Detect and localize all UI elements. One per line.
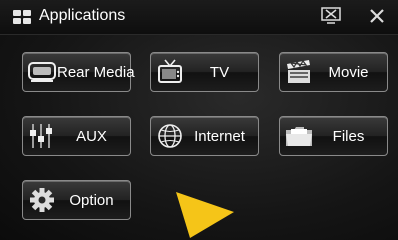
display-close-button[interactable] xyxy=(318,6,344,26)
files-label: Files xyxy=(332,127,365,145)
files-button[interactable]: Files xyxy=(279,116,388,156)
rear-media-icon xyxy=(27,58,57,86)
files-icon xyxy=(284,122,314,150)
aux-button[interactable]: AUX xyxy=(22,116,131,156)
grid-icon xyxy=(13,10,31,24)
rear-media-label: Rear Media xyxy=(57,63,135,81)
internet-button[interactable]: Internet xyxy=(150,116,259,156)
option-gear-icon xyxy=(27,186,57,214)
page-title: Applications xyxy=(39,7,126,24)
close-button[interactable] xyxy=(364,6,390,26)
tv-button[interactable]: TV xyxy=(150,52,259,92)
aux-icon xyxy=(27,122,57,150)
internet-icon xyxy=(155,122,185,150)
rear-media-button[interactable]: Rear Media xyxy=(22,52,135,92)
movie-icon xyxy=(284,58,314,86)
display-close-icon xyxy=(321,7,341,24)
close-icon xyxy=(370,9,384,23)
movie-label: Movie xyxy=(328,63,369,81)
movie-button[interactable]: Movie xyxy=(279,52,388,92)
tv-label: TV xyxy=(209,63,230,81)
aux-label: AUX xyxy=(76,127,107,145)
option-label: Option xyxy=(69,191,114,209)
pointer-arrow-icon xyxy=(176,192,234,238)
title-bar: Applications xyxy=(0,0,398,35)
tv-icon xyxy=(155,58,185,86)
option-button[interactable]: Option xyxy=(22,180,131,220)
internet-label: Internet xyxy=(194,127,245,145)
